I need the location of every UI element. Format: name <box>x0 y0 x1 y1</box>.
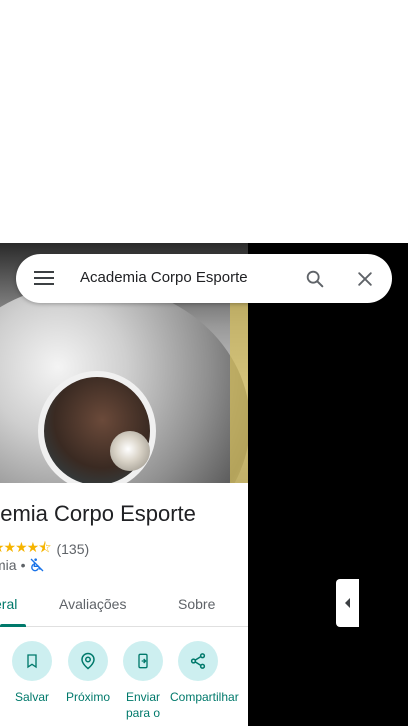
share-icon <box>190 653 206 669</box>
place-tabs: eral Avaliações Sobre <box>0 583 248 627</box>
save-button[interactable]: Salvar <box>4 641 60 705</box>
search-bar[interactable]: Academia Corpo Esporte <box>16 254 392 303</box>
save-label: Salvar <box>14 690 49 704</box>
map-canvas[interactable] <box>248 243 408 726</box>
send-to-phone-button[interactable]: Enviar para o <box>115 641 171 721</box>
place-panel: demia Corpo Esporte ★★★★⯪ (135) mia • er… <box>0 243 248 726</box>
tab-about[interactable]: Sobre <box>178 596 215 612</box>
search-icon[interactable] <box>304 268 326 290</box>
send-to-phone-icon <box>138 653 148 669</box>
share-button[interactable]: Compartilhar <box>170 641 239 705</box>
share-label: Compartilhar <box>170 690 239 704</box>
send-to-phone-label: Enviar para o <box>125 690 161 720</box>
place-title: demia Corpo Esporte <box>0 501 196 526</box>
send-to-phone-button-circle <box>123 641 163 681</box>
category-separator: • <box>20 557 26 573</box>
blank-top-area <box>0 0 408 243</box>
no-wheelchair-icon <box>30 558 44 572</box>
bookmark-icon <box>27 654 37 669</box>
save-button-circle <box>12 641 52 681</box>
tab-active-indicator <box>0 624 26 627</box>
category-row: mia • <box>0 557 45 573</box>
photo-knob <box>110 431 150 471</box>
search-input[interactable]: Academia Corpo Esporte <box>80 269 248 286</box>
caret-left-icon <box>344 598 350 608</box>
reviews-count: (135) <box>56 541 90 557</box>
close-icon[interactable] <box>355 269 375 289</box>
share-button-circle <box>178 641 218 681</box>
photo-background-strip <box>230 303 248 483</box>
tab-overview[interactable]: eral <box>0 596 17 612</box>
tab-reviews[interactable]: Avaliações <box>59 596 126 612</box>
category-label: mia <box>0 557 17 573</box>
menu-icon[interactable] <box>34 268 54 288</box>
nearby-icon <box>81 652 95 670</box>
nearby-button[interactable]: Próximo <box>60 641 116 705</box>
nearby-button-circle <box>68 641 108 681</box>
collapse-panel-handle[interactable] <box>336 579 359 627</box>
nearby-label: Próximo <box>65 690 110 704</box>
